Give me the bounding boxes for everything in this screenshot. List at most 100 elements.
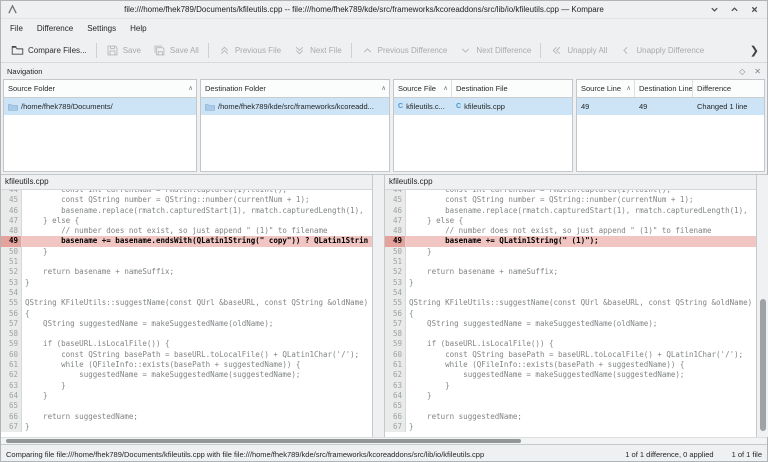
line-text: if (baseURL.isLocalFile()) { — [22, 339, 372, 349]
line-number: 66 — [1, 412, 22, 422]
line-number: 65 — [385, 401, 406, 411]
destination-folder-row[interactable]: /home/fhek789/kde/src/frameworks/kcoread… — [201, 98, 389, 115]
source-line-column-header[interactable]: Source Line ∧ — [577, 80, 635, 97]
toolbar-separator — [540, 43, 541, 58]
line-text — [22, 288, 372, 298]
line-number: 53 — [385, 278, 406, 288]
source-folder-column-header[interactable]: Source Folder ∧ — [4, 80, 196, 97]
line-text: suggestedName = makeSuggestedName(sugges… — [22, 370, 372, 380]
line-text: return basename + nameSuffix; — [406, 267, 756, 277]
difference-value: Changed 1 line — [693, 98, 764, 115]
line-number: 67 — [385, 422, 406, 432]
lines-row[interactable]: 49 49 Changed 1 line — [577, 98, 764, 115]
menu-item[interactable]: Help — [123, 22, 153, 35]
titlebar[interactable]: file:///home/fhek789/Documents/kfileutil… — [1, 1, 767, 19]
status-differences: 1 of 1 difference, 0 applied — [625, 450, 713, 459]
source-code-view[interactable]: 44 const int currentNum = rmatch.capture… — [1, 190, 372, 437]
difference-column-header[interactable]: Difference — [693, 80, 764, 97]
line-text: while (QFileInfo::exists(basePath + sugg… — [22, 360, 372, 370]
line-number: 61 — [385, 360, 406, 370]
destination-line-column-header[interactable]: Destination Line — [635, 80, 693, 97]
line-number: 67 — [1, 422, 22, 432]
destination-folder-column-header[interactable]: Destination Folder ∧ — [201, 80, 389, 97]
vertical-scrollbar-thumb[interactable] — [760, 299, 766, 431]
source-pane-title: kfileutils.cpp — [1, 175, 372, 190]
line-text: } — [406, 247, 756, 257]
destination-file-column-header[interactable]: Destination File — [452, 80, 572, 97]
destination-pane[interactable]: kfileutils.cpp 44 const int currentNum =… — [385, 175, 757, 437]
horizontal-scrollbar-thumb[interactable] — [6, 439, 521, 443]
line-number: 55 — [1, 298, 22, 308]
toolbar: Compare Files... Save Save All Previous … — [1, 38, 767, 63]
source-folder-panel: Source Folder ∧ /home/fhek789/Documents/ — [3, 79, 197, 172]
line-number: 64 — [1, 391, 22, 401]
previous-difference-button[interactable]: Previous Difference — [355, 40, 454, 61]
close-button[interactable] — [750, 5, 759, 14]
save-button[interactable]: Save — [100, 40, 147, 61]
code-line: 47 } else { — [385, 216, 756, 226]
next-file-button[interactable]: Next File — [287, 40, 348, 61]
code-line: 60 const QString basePath = baseURL.toLo… — [385, 350, 756, 360]
code-line: 66 return suggestedName; — [385, 412, 756, 422]
unapply-difference-button[interactable]: Unapply Difference — [613, 40, 710, 61]
files-panel: Source File ∧ Destination File C kfileut… — [393, 79, 573, 172]
line-text: } — [406, 278, 756, 288]
code-line: 45 const QString number = QString::numbe… — [1, 195, 372, 205]
lines-panel: Source Line ∧ Destination Line Differenc… — [576, 79, 765, 172]
folder-icon — [205, 103, 215, 111]
maximize-button[interactable] — [730, 5, 739, 14]
line-number: 56 — [385, 309, 406, 319]
line-text — [406, 288, 756, 298]
line-number: 58 — [1, 329, 22, 339]
menu-item[interactable]: File — [3, 22, 30, 35]
unapply-all-button[interactable]: Unapply All — [544, 40, 613, 61]
line-text — [22, 329, 372, 339]
source-file-column-header[interactable]: Source File ∧ — [394, 80, 452, 97]
previous-file-button[interactable]: Previous File — [212, 40, 287, 61]
line-text: return basename + nameSuffix; — [22, 267, 372, 277]
kompare-window: file:///home/fhek789/Documents/kfileutil… — [0, 0, 768, 462]
dock-close-icon[interactable]: ✕ — [754, 67, 761, 76]
line-number: 58 — [385, 329, 406, 339]
code-line: 48 // number does not exist, so just app… — [1, 226, 372, 236]
line-number: 59 — [385, 339, 406, 349]
save-all-button[interactable]: Save All — [147, 40, 205, 61]
code-line: 46 basename.replace(rmatch.capturedStart… — [1, 206, 372, 216]
toolbar-separator — [351, 43, 352, 58]
toolbar-overflow-button[interactable]: ❯ — [748, 44, 761, 57]
next-difference-button[interactable]: Next Difference — [453, 40, 537, 61]
dock-float-icon[interactable]: ◇ — [739, 67, 745, 76]
code-line: 54 — [1, 288, 372, 298]
code-line: 46 basename.replace(rmatch.capturedStart… — [385, 206, 756, 216]
vertical-scrollbar[interactable] — [757, 175, 768, 437]
line-number: 57 — [1, 319, 22, 329]
code-line: 57 QString suggestedName = makeSuggested… — [385, 319, 756, 329]
menu-item[interactable]: Settings — [80, 22, 123, 35]
code-line: 60 const QString basePath = baseURL.toLo… — [1, 350, 372, 360]
code-line: 59 if (baseURL.isLocalFile()) { — [1, 339, 372, 349]
code-line: 62 suggestedName = makeSuggestedName(sug… — [1, 370, 372, 380]
line-text: } — [22, 381, 372, 391]
code-line: 56 { — [1, 309, 372, 319]
compare-files-button[interactable]: Compare Files... — [5, 40, 93, 61]
line-number: 50 — [1, 247, 22, 257]
window-title: file:///home/fhek789/Documents/kfileutil… — [18, 5, 710, 14]
line-number: 51 — [1, 257, 22, 267]
line-number: 52 — [385, 267, 406, 277]
line-text: } else { — [22, 216, 372, 226]
files-row[interactable]: C kfileutils.c... C kfileutils.cpp — [394, 98, 572, 115]
minimize-button[interactable] — [710, 5, 719, 14]
pane-splitter[interactable] — [373, 175, 385, 437]
line-number: 63 — [1, 381, 22, 391]
code-line: 45 const QString number = QString::numbe… — [385, 195, 756, 205]
code-line: 49 basename += basename.endsWith(QLatin1… — [1, 236, 372, 246]
navigation-dock-titlebar[interactable]: Navigation ◇ ✕ — [1, 63, 767, 79]
line-text: QString KFileUtils::suggestName(const QU… — [22, 298, 372, 308]
destination-code-view[interactable]: 44 const int currentNum = rmatch.capture… — [385, 190, 756, 437]
menu-item[interactable]: Difference — [30, 22, 80, 35]
line-number: 52 — [1, 267, 22, 277]
line-number: 63 — [385, 381, 406, 391]
source-folder-row[interactable]: /home/fhek789/Documents/ — [4, 98, 196, 115]
source-pane[interactable]: kfileutils.cpp 44 const int currentNum =… — [1, 175, 373, 437]
horizontal-scrollbar[interactable] — [1, 437, 767, 444]
